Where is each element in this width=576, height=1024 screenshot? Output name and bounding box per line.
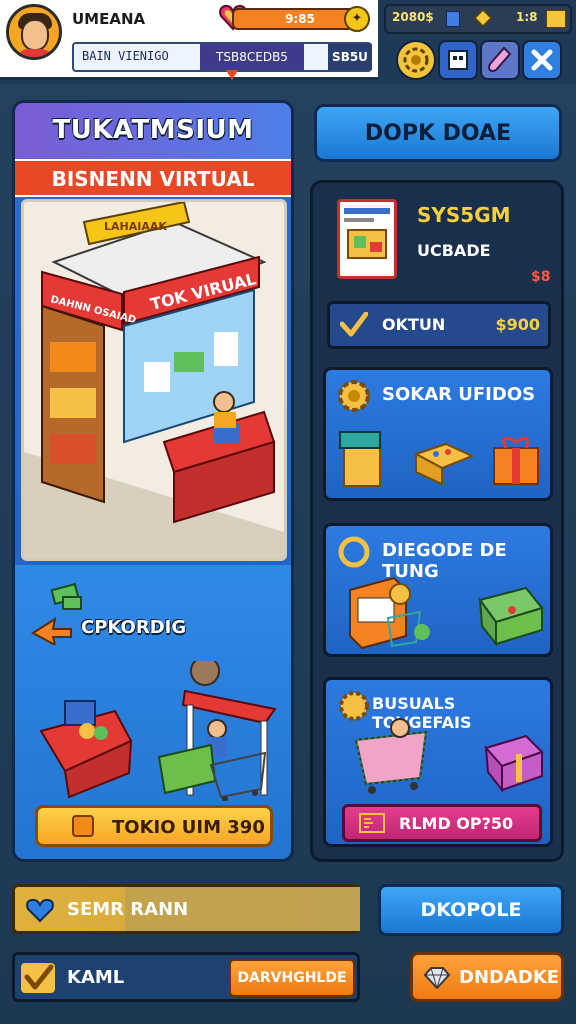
check-icon [21, 963, 55, 993]
buy-button-label: TOKIO UIM 390 [112, 817, 265, 838]
shop-banner: BISNENN VIRTUAL [15, 159, 291, 197]
close-button[interactable] [522, 40, 562, 80]
diamond-icon [423, 967, 451, 989]
player-status: BAIN VIENIGO [82, 49, 169, 63]
product-name: SYS5GM [417, 203, 511, 227]
player-level: SB5U [328, 44, 372, 70]
shop-panel-title: TUKATMSIUM [52, 115, 254, 145]
gems-box-icon [546, 10, 566, 28]
explore-button[interactable]: DKOPOLE [378, 884, 564, 936]
shopping-items-icon [339, 431, 539, 487]
virtual-shop-illustration[interactable]: LAHAIAAK TOK VIRUAL DAHNN OSAIAD [21, 199, 287, 561]
map-icon [448, 50, 468, 70]
cost-value: $900 [495, 315, 540, 334]
star-badge-icon: ✦ [344, 6, 370, 32]
machine-items-icon [349, 576, 544, 650]
map-button[interactable] [438, 40, 478, 80]
player-name: UMEANA [72, 10, 146, 28]
player-info-bar: BAIN VIENIGO TSB8CEDB5 SB5U [72, 42, 372, 72]
primary-action-button[interactable]: DOPK DOAE [314, 104, 562, 162]
product-image [337, 199, 397, 279]
gems-value: 1:8 [516, 10, 538, 24]
upgrade-button[interactable]: DNDADKE [410, 952, 564, 1002]
search-bar[interactable]: SEMR RANN [12, 884, 360, 934]
search-label: SEMR RANN [67, 899, 189, 920]
gear-icon [403, 47, 429, 73]
redeem-button-label: RLMD OP?50 [399, 814, 514, 833]
ring-icon [338, 536, 370, 568]
arrow-icon [31, 616, 72, 645]
coin-stack-icon [72, 815, 94, 837]
shop-panel: TUKATMSIUM BISNENN VIRTUAL LAHAIAAK TOK … [12, 100, 294, 862]
cost-row[interactable]: OKTUN $900 [327, 301, 551, 349]
checkout-label: CPKORDIG [81, 617, 187, 638]
coins-value: 2080$ [392, 10, 434, 24]
shop-banner-text: BISNENN VIRTUAL [51, 167, 255, 191]
upgrade-card-1[interactable]: SOKAR UFIDOS [323, 367, 553, 501]
input-label: KAML [67, 967, 125, 988]
close-icon [531, 49, 553, 71]
input-row[interactable]: KAML DARVHGHLDE [12, 952, 360, 1002]
primary-action-label: DOPK DOAE [364, 121, 512, 146]
explore-button-label: DKOPOLE [420, 899, 522, 921]
money-icon [50, 582, 82, 610]
player-profile-card[interactable]: UMEANA 9:85 ✦ BAIN VIENIGO TSB8CEDB5 SB5… [0, 0, 378, 80]
coin-box-icon [446, 11, 460, 27]
shopping-cart-icon [354, 718, 544, 794]
potion-button[interactable] [480, 40, 520, 80]
potion-icon [488, 46, 512, 72]
heart-icon [26, 898, 54, 923]
product-subtitle: UCBADE [417, 241, 491, 260]
player-avatar[interactable] [6, 4, 62, 60]
redeem-button[interactable]: RLMD OP?50 [342, 804, 542, 842]
pointer-icon [226, 70, 238, 80]
product-price: $8 [531, 269, 551, 285]
shop-roof-sign: LAHAIAAK [104, 220, 167, 233]
buy-button[interactable]: TOKIO UIM 390 [35, 805, 273, 847]
input-action-label: DARVHGHLDE [237, 970, 347, 986]
checkout-counter-icon [39, 661, 277, 801]
settings-button[interactable] [396, 40, 436, 80]
shop-panel-header: TUKATMSIUM [15, 103, 291, 159]
cost-label: OKTUN [382, 315, 446, 334]
upgrade-card-2[interactable]: DIEGODE DE TUNG [323, 523, 553, 657]
card-1-title: SOKAR UFIDOS [382, 384, 536, 405]
upgrade-card-3[interactable]: BUSUALS TOVGEFAIS RLMD OP?50 [323, 677, 553, 847]
upgrade-button-label: DNDADKE [459, 967, 560, 988]
player-rank: TSB8CEDB5 [200, 44, 304, 70]
check-icon [340, 312, 368, 337]
input-action-button[interactable]: DARVHGHLDE [229, 959, 355, 997]
gem-icon [474, 9, 492, 27]
details-panel: SYS5GM UCBADE $8 OKTUN $900 SOKAR UFIDOS [310, 180, 564, 862]
checkout-area: CPKORDIG TOKIO UIM 390 [15, 565, 291, 859]
ticket-icon [359, 813, 385, 833]
shop-building-icon: LAHAIAAK TOK VIRUAL DAHNN OSAIAD [24, 202, 284, 558]
currency-row: 2080$ 1:8 [384, 4, 572, 34]
product-card[interactable]: SYS5GM UCBADE $8 [321, 191, 553, 291]
gear-icon [338, 380, 370, 412]
